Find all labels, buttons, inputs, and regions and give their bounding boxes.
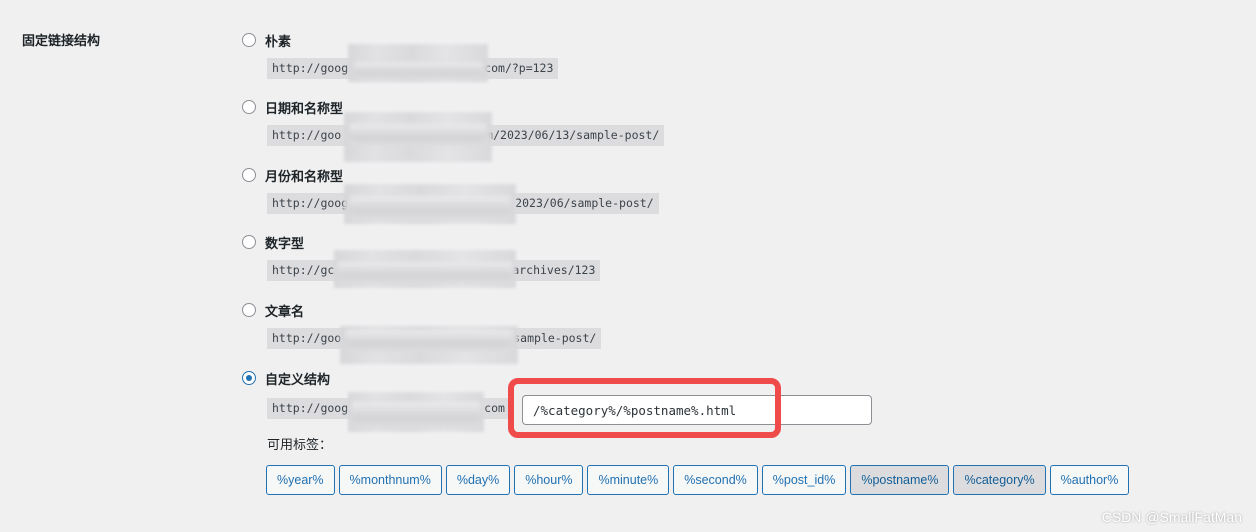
option-post-name: 文章名 http://goo sample-post/ — [242, 300, 602, 349]
example-url-prefix: http://goog — [272, 61, 349, 75]
tag-category-button[interactable]: %category% — [953, 465, 1046, 495]
radio-month-name[interactable] — [242, 168, 256, 182]
radio-day-name[interactable] — [242, 100, 256, 114]
option-plain-label[interactable]: 朴素 — [265, 31, 291, 50]
redacted-area — [354, 62, 482, 80]
example-url-prefix: http://goo — [272, 128, 342, 142]
tag-hour-button[interactable]: %hour% — [514, 465, 584, 495]
redacted-area — [350, 124, 486, 146]
tag-day-button[interactable]: %day% — [445, 465, 511, 495]
available-tags-list: %year% %monthnum% %day% %hour% %minute% … — [266, 465, 1130, 495]
option-month-name: 月份和名称型 http://goog 2023/06/sample-post/ — [242, 165, 659, 214]
example-url-prefix: http://goog — [272, 196, 349, 210]
radio-post-name[interactable] — [242, 303, 256, 317]
option-plain: 朴素 http://goog com/?p=123 — [242, 30, 559, 79]
example-url-prefix: http://goog — [272, 401, 349, 415]
example-url-suffix: sample-post/ — [513, 331, 597, 345]
option-numeric-label[interactable]: 数字型 — [265, 233, 304, 252]
permalink-structure-label: 固定链接结构 — [22, 34, 101, 49]
example-url-suffix: om/2023/06/13/sample-post/ — [479, 128, 660, 142]
example-url-prefix: http://goo — [272, 331, 342, 345]
custom-structure-input[interactable] — [522, 395, 872, 425]
tag-second-button[interactable]: %second% — [673, 465, 758, 495]
tag-monthnum-button[interactable]: %monthnum% — [338, 465, 442, 495]
tag-minute-button[interactable]: %minute% — [587, 465, 670, 495]
example-url-suffix: archives/123 — [512, 263, 596, 277]
redacted-area — [350, 196, 510, 220]
option-day-name: 日期和名称型 http://goo om/2023/06/13/sample-po… — [242, 97, 665, 146]
option-day-name-label[interactable]: 日期和名称型 — [265, 98, 343, 117]
option-post-name-label[interactable]: 文章名 — [265, 301, 304, 320]
option-month-name-label[interactable]: 月份和名称型 — [265, 166, 343, 185]
tag-post-id-button[interactable]: %post_id% — [761, 465, 847, 495]
radio-custom[interactable] — [242, 371, 256, 385]
redacted-area — [346, 330, 512, 352]
example-url-suffix: com/?p=123 — [484, 61, 554, 75]
redacted-area — [352, 402, 480, 428]
tag-year-button[interactable]: %year% — [266, 465, 335, 495]
radio-plain[interactable] — [242, 33, 256, 47]
option-custom: 自定义结构 http://goog com — [242, 368, 510, 419]
option-custom-label[interactable]: 自定义结构 — [265, 369, 330, 388]
option-numeric: 数字型 http://gc archives/123 — [242, 232, 601, 281]
redacted-area — [338, 262, 512, 284]
tag-postname-button[interactable]: %postname% — [850, 465, 950, 495]
permalink-settings-page: 固定链接结构 朴素 http://goog com/?p=123 日期和名称型 h… — [0, 0, 1256, 532]
example-url-suffix: 2023/06/sample-post/ — [515, 196, 654, 210]
radio-numeric[interactable] — [242, 235, 256, 249]
example-url-prefix: http://gc — [272, 263, 335, 277]
available-tags-label: 可用标签： — [267, 438, 333, 453]
example-url-suffix: com — [484, 401, 505, 415]
watermark-text: CSDN @SmallFatMan — [1101, 509, 1242, 525]
tag-author-button[interactable]: %author% — [1049, 465, 1130, 495]
